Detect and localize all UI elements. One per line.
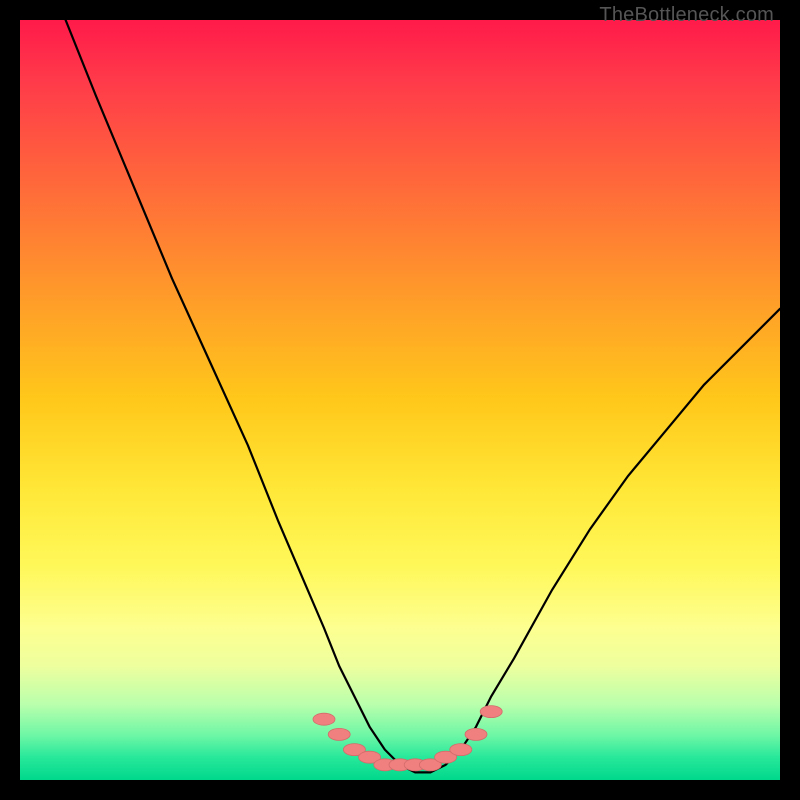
curve-marker [450,744,472,756]
curve-marker [313,713,335,725]
watermark-text: TheBottleneck.com [599,4,774,27]
curve-marker [328,728,350,740]
chart-frame [20,20,780,780]
curve-markers [313,706,502,771]
bottleneck-curve [66,20,780,772]
curve-marker [465,728,487,740]
curve-marker [480,706,502,718]
chart-svg [20,20,780,780]
